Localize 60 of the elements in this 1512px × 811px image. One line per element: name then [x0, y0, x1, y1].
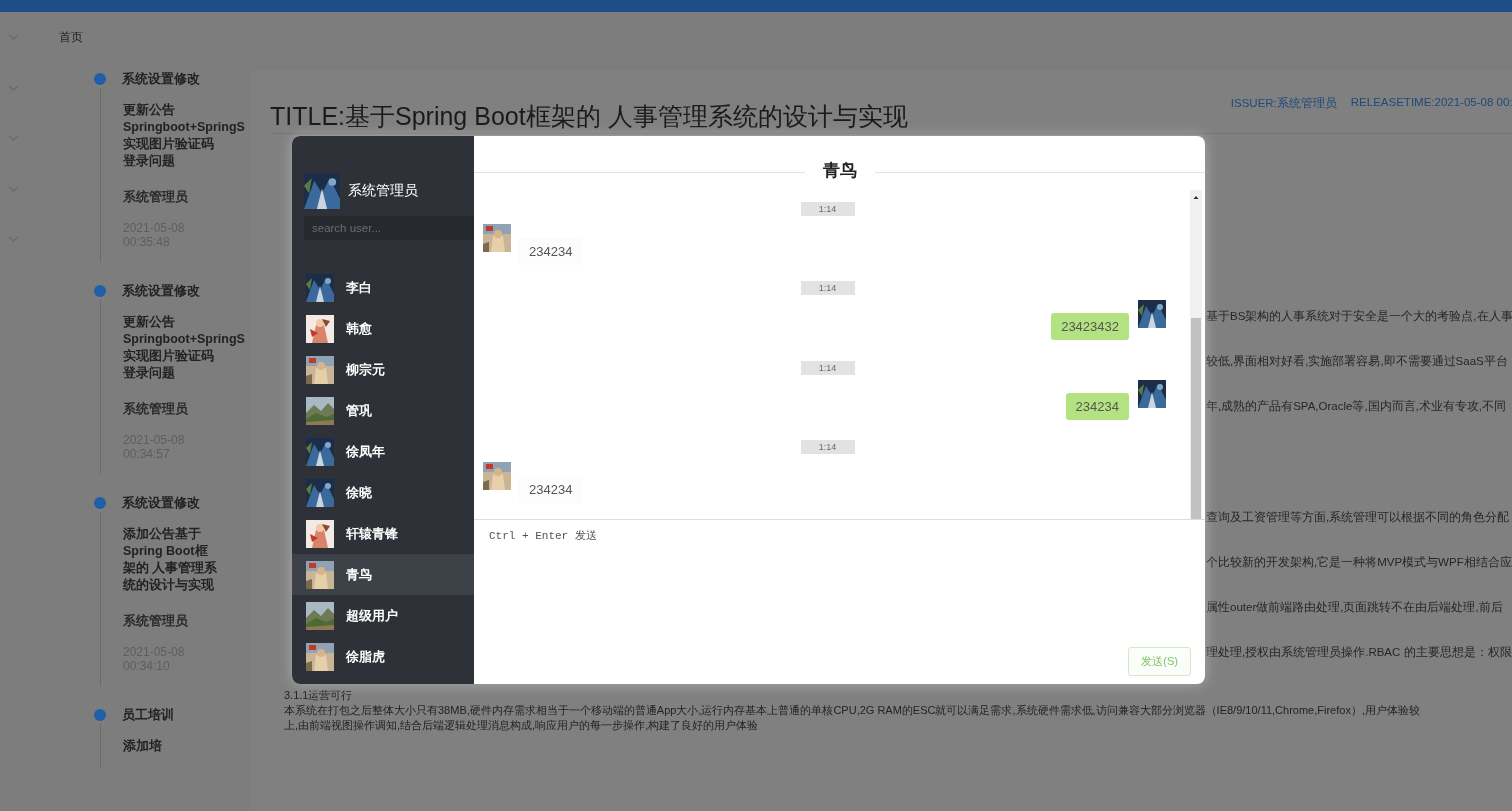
contact-item[interactable]: 轩辕青锋 — [292, 513, 474, 554]
timeline-title: 系统设置修改 — [122, 282, 200, 300]
contact-item[interactable]: 李白 — [292, 267, 474, 308]
timeline-dot — [94, 73, 106, 85]
release-time: RELEASETIME:2021-05-08 00: — [1350, 96, 1512, 110]
timeline-content: 更新公告Springboot+SpringS实现图片验证码登录问题 — [123, 102, 246, 170]
contact-name: 青鸟 — [346, 565, 372, 584]
timeline-title: 系统设置修改 — [122, 70, 200, 88]
message-time: 1:14 — [800, 360, 855, 375]
article-text: 年,成熟的产品有SPA,Oracle等,国内而言,术业有专攻,不同 — [1206, 399, 1507, 414]
contact-name: 徐脂虎 — [346, 647, 385, 666]
article-text: 上,由前端视图操作调知,结合后端逻辑处理消息构成,响应用户的每一步操作,构建了良好的用户体验 — [284, 718, 760, 733]
contact-item[interactable]: 柳宗元 — [292, 349, 474, 390]
chat-title: 青鸟 — [821, 160, 858, 182]
contact-name: 徐晓 — [346, 483, 372, 502]
contact-name: 轩辕青锋 — [346, 524, 398, 543]
article-text: 理处理,授权由系统管理员操作.RBAC 的主要思想是：权限 — [1206, 645, 1512, 660]
contact-item[interactable]: 管巩 — [292, 390, 474, 431]
article-text: 本系统在打包之后整体大小只有38MB,硬件内存需求相当于一个移动端的普通App大小,运行内存基本上普通的单核CPU,2G RAM的ESC就可以满足需求,系统硬件需求低,访问兼容大部分浏览器（IE8/9/10/11,Chrome,Firefox）,用户体验较 — [284, 703, 1421, 718]
contact-name: 李白 — [346, 278, 372, 297]
scrollbar[interactable] — [1190, 190, 1202, 519]
message-bubble: 23423432 — [1051, 313, 1129, 341]
nav-link[interactable]: 首页 — [59, 28, 83, 46]
contact-item[interactable]: 徐晓 — [292, 472, 474, 513]
contact-name: 韩愈 — [346, 319, 372, 338]
article-text: 个比较新的开发架构,它是一种将MVP模式与WPF相结合应 — [1206, 555, 1512, 570]
article-text: 查询及工资管理等方面,系统管理可以根据不同的角色分配 — [1206, 510, 1511, 525]
timeline-content: 更新公告Springboot+SpringS实现图片验证码登录问题 — [123, 314, 246, 382]
contact-name: 管巩 — [346, 401, 372, 420]
timeline-dot — [94, 285, 106, 297]
timeline-title: 员工培训 — [122, 706, 174, 724]
message-time: 1:14 — [800, 281, 855, 296]
contact-name: 柳宗元 — [346, 360, 385, 379]
timeline-author: 系统管理员 — [123, 189, 189, 206]
timeline-dot — [94, 497, 106, 509]
contact-item[interactable]: 青鸟 — [292, 554, 474, 595]
article-title: TITLE:基于Spring Boot框架的 人事管理系统的设计与实现 — [270, 101, 908, 132]
article-text: 基于BS架构的人事系统对于安全是一个大的考验点,在人事 — [1206, 309, 1512, 324]
scroll-thumb[interactable] — [1191, 318, 1201, 519]
contact-item[interactable]: 徐凤年 — [292, 431, 474, 472]
section-heading: 3.1.1运营可行 — [284, 688, 354, 703]
contact-item[interactable]: 韩愈 — [292, 308, 474, 349]
timeline-content: 添加公告基于Spring Boot框架的 人事管理系统的设计与实现 — [123, 526, 219, 594]
contact-item[interactable]: 超级用户 — [292, 595, 474, 636]
contact-name: 超级用户 — [346, 606, 398, 625]
search-field[interactable]: search user... — [304, 216, 474, 240]
message-time: 1:14 — [800, 202, 855, 216]
timeline-content: 添加培 — [123, 738, 163, 755]
timeline-author: 系统管理员 — [123, 613, 189, 630]
timeline-title: 系统设置修改 — [122, 494, 200, 512]
message-bubble: 234234 — [1065, 392, 1129, 420]
contact-name: 徐凤年 — [346, 442, 385, 461]
article-text: 较低,界面相对好看,实施部署容易,即不需要通过SaaS平台 — [1206, 354, 1509, 369]
timeline-author: 系统管理员 — [123, 401, 189, 418]
contact-item[interactable]: 徐脂虎 — [292, 636, 474, 677]
issuer-label: ISSUER:系统管理员 — [1230, 96, 1337, 111]
timeline-dot — [94, 709, 106, 721]
user-name: 系统管理员 — [348, 181, 418, 200]
article-text: 属性outer做前端路由处理,页面跳转不在由后端处理,前后 — [1206, 600, 1504, 615]
message-time: 1:14 — [800, 439, 855, 454]
